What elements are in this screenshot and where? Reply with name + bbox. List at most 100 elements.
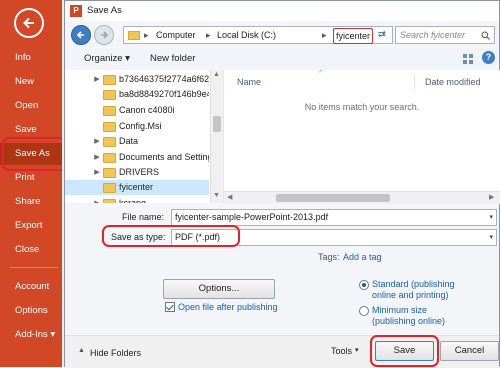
arrow-left-icon [76, 31, 84, 39]
dialog-titlebar[interactable]: P Save As [65, 1, 499, 21]
scroll-down-icon[interactable]: ▼ [213, 192, 220, 199]
backstage-item-print[interactable]: Print [0, 167, 62, 189]
tree-item[interactable]: ▶ Data [65, 134, 209, 149]
folder-tree: ▶ b73646375f2774a6f62c2 ba8d8849270f146b… [65, 70, 223, 203]
scroll-up-icon[interactable]: ▲ [213, 71, 220, 78]
optimize-standard-label[interactable]: Standard (publishing online and printing… [372, 279, 472, 301]
search-icon [481, 31, 490, 40]
folder-icon [103, 137, 116, 147]
options-button[interactable]: Options... [163, 279, 275, 299]
folder-link-icon [103, 153, 116, 163]
tree-item-label: Canon c4080i [119, 105, 175, 115]
view-options-icon[interactable] [462, 53, 474, 65]
refresh-icon[interactable]: ⇄ [374, 28, 390, 42]
list-scroll-thumb[interactable] [276, 194, 390, 202]
tree-item[interactable]: ▶ kcrang [65, 196, 209, 203]
folder-icon [103, 122, 116, 132]
new-folder-button[interactable]: New folder [150, 53, 195, 64]
backstage-item-export[interactable]: Export [0, 215, 62, 237]
add-tag-link[interactable]: Add a tag [343, 252, 382, 262]
arrow-right-icon [101, 31, 109, 39]
backstage-item-open[interactable]: Open [0, 95, 62, 117]
breadcrumb-fyicenter[interactable]: fyicenter [333, 28, 374, 44]
scroll-right-icon[interactable]: ▶ [489, 193, 494, 201]
chevron-down-icon[interactable]: ▾ [489, 210, 493, 225]
folder-icon [103, 168, 116, 178]
organize-menu[interactable]: Organize ▾ [84, 53, 130, 64]
tree-item[interactable]: Canon c4080i [65, 103, 209, 118]
file-name-field[interactable]: fyicenter-sample-PowerPoint-2013.pdf ▾ [171, 209, 497, 226]
open-after-publishing-label[interactable]: Open file after publishing [178, 302, 278, 312]
dialog-title: Save As [87, 5, 122, 16]
cancel-button[interactable]: Cancel [440, 341, 499, 361]
save-button[interactable]: Save [375, 341, 434, 361]
column-header-name[interactable]: Name [237, 77, 261, 87]
help-icon[interactable]: ? [482, 51, 495, 64]
powerpoint-logo-icon: P [70, 5, 82, 17]
folder-icon [103, 75, 116, 85]
dialog-toolbar: Organize ▾ New folder ? [65, 48, 499, 71]
breadcrumb-computer[interactable]: Computer [156, 27, 196, 43]
breadcrumb-separator-icon: ▸ [322, 30, 327, 40]
save-as-type-label: Save as type: [111, 232, 166, 242]
open-after-publishing-checkbox[interactable] [165, 302, 175, 312]
optimize-minimum-radio[interactable] [359, 306, 369, 316]
tools-chevron-icon[interactable]: ▾ [355, 346, 359, 354]
expand-arrow-icon[interactable]: ▶ [93, 196, 101, 203]
backstage-item-close[interactable]: Close [0, 239, 62, 261]
tree-item[interactable]: ▶ DRIVERS [65, 165, 209, 180]
tree-item[interactable]: ▶ b73646375f2774a6f62c2 [65, 72, 209, 87]
tree-item-label: kcrang [119, 198, 147, 203]
file-name-label: File name: [122, 212, 165, 222]
folder-icon [103, 106, 116, 116]
expand-arrow-icon[interactable]: ▶ [93, 165, 101, 180]
backstage-item-add-ins[interactable]: Add-Ins ▾ [0, 324, 62, 346]
tree-item-label: Config.Msi [119, 121, 162, 131]
hide-folders-toggle[interactable]: Hide Folders [90, 348, 141, 358]
backstage-item-info[interactable]: Info [0, 47, 62, 69]
expand-arrow-icon[interactable]: ▶ [93, 134, 101, 149]
scroll-left-icon[interactable]: ◀ [227, 193, 232, 201]
breadcrumb-local-disk[interactable]: Local Disk (C:) [217, 27, 276, 43]
address-row: ▸ Computer ▸ Local Disk (C:) ▸ fyicenter… [65, 22, 499, 48]
hide-folders-chevron-icon[interactable]: ▲ [78, 347, 85, 354]
expand-arrow-icon[interactable]: ▶ [93, 72, 101, 87]
save-as-dialog: P Save As ▸ Computer ▸ Local Disk (C:) ▸… [64, 0, 500, 368]
empty-list-message: No items match your search. [304, 102, 420, 112]
backstage-item-share[interactable]: Share [0, 191, 62, 213]
save-as-type-select[interactable]: PDF (*.pdf) ▾ [171, 229, 497, 246]
tools-menu[interactable]: Tools [331, 346, 352, 356]
tree-scroll-thumb[interactable] [213, 116, 221, 132]
back-arrow-icon[interactable] [14, 8, 44, 38]
optimize-standard-radio[interactable] [359, 280, 369, 290]
tree-item[interactable]: ba8d8849270f146b9e47 [65, 87, 209, 102]
folder-icon [103, 199, 116, 203]
breadcrumb-separator-icon: ▸ [206, 30, 211, 40]
backstage-item-options[interactable]: Options [0, 300, 62, 322]
forward-button[interactable] [94, 25, 114, 45]
folder-icon [103, 90, 116, 100]
backstage-item-new[interactable]: New [0, 71, 62, 93]
backstage-panel: Info New Open Save Save As Print Share E… [0, 0, 62, 367]
tree-item-selected[interactable]: fyicenter [65, 180, 209, 195]
back-button[interactable] [71, 25, 91, 45]
backstage-divider [10, 267, 58, 268]
tree-item-label: ba8d8849270f146b9e47 [119, 89, 209, 99]
tree-item-label: DRIVERS [119, 167, 160, 177]
tree-item[interactable]: Config.Msi [65, 119, 209, 134]
column-divider[interactable] [414, 74, 415, 90]
backstage-item-save[interactable]: Save [0, 119, 62, 141]
optimize-minimum-label[interactable]: Minimum size (publishing online) [372, 305, 472, 327]
backstage-item-save-as[interactable]: Save As [0, 143, 62, 165]
tree-item-label: fyicenter [119, 182, 154, 192]
chevron-down-icon[interactable]: ▾ [489, 230, 493, 245]
file-list: Name ^ Date modified No items match your… [223, 70, 500, 204]
search-input[interactable]: Search fyicenter [395, 26, 495, 44]
backstage-item-account[interactable]: Account [0, 276, 62, 298]
tree-scrollbar[interactable]: ▲ ▼ [210, 70, 223, 203]
column-header-date-modified[interactable]: Date modified [425, 77, 481, 87]
list-horizontal-scrollbar[interactable]: ◀ ▶ [224, 191, 500, 204]
tree-item[interactable]: ▶ Documents and Settings [65, 150, 209, 165]
expand-arrow-icon[interactable]: ▶ [93, 150, 101, 165]
address-bar[interactable]: ▸ Computer ▸ Local Disk (C:) ▸ fyicenter… [123, 26, 393, 44]
